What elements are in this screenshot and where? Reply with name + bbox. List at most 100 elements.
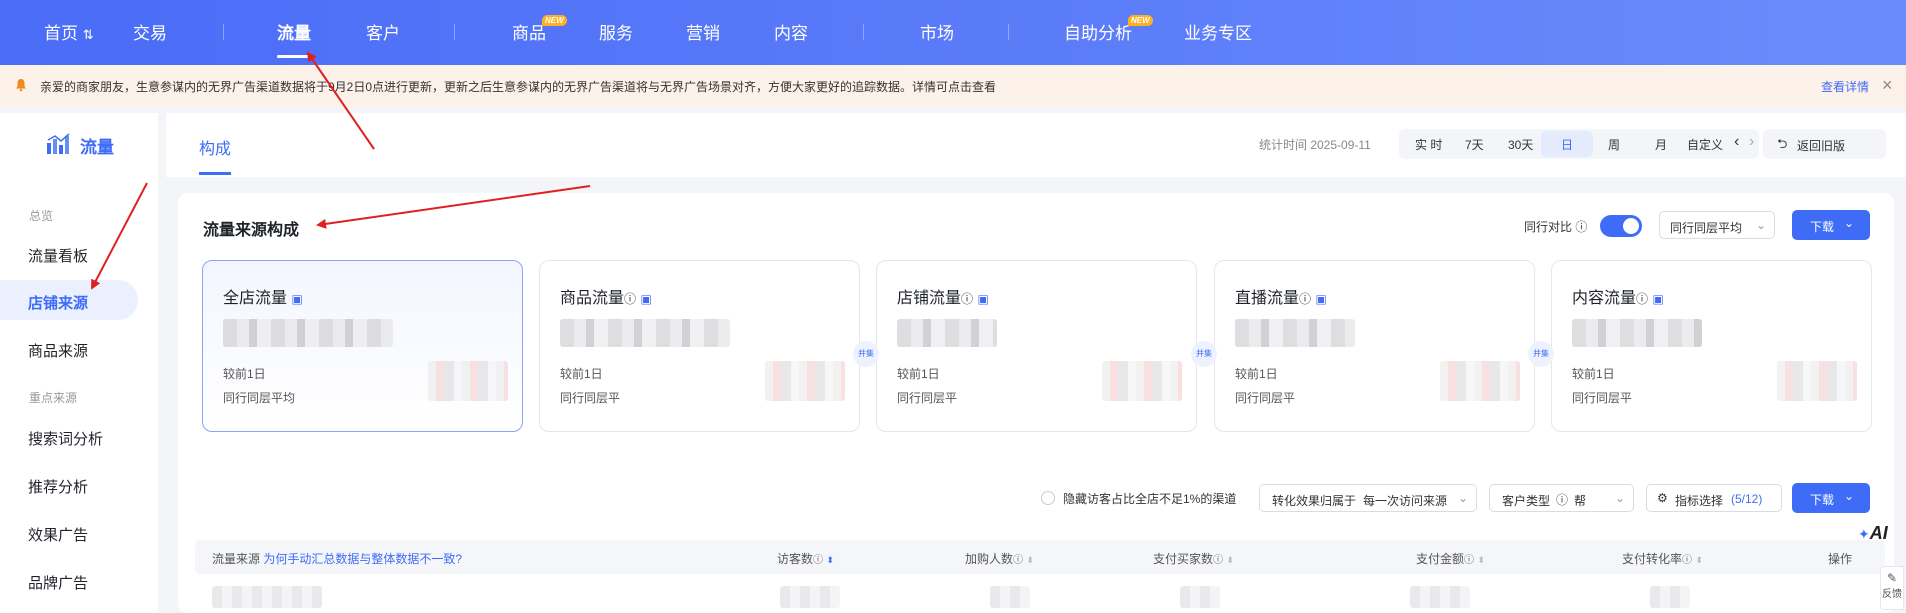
customer-type-select[interactable]: 客户类型 ⓘ 帮 ⌄: [1489, 484, 1634, 512]
metric-card-value-blurred: [223, 319, 393, 347]
nav-self-analysis-label: 自助分析: [1064, 24, 1132, 43]
nav-product[interactable]: 商品 NEW: [512, 15, 567, 44]
nav-divider: [223, 24, 224, 40]
back-to-old-button[interactable]: ⮌ 返回旧版: [1763, 129, 1886, 159]
nav-content[interactable]: 内容: [774, 19, 808, 44]
nav-customer[interactable]: 客户: [366, 19, 400, 44]
hide-small-channels-checkbox[interactable]: [1041, 491, 1055, 505]
sidebar-title: 流量: [80, 138, 114, 157]
union-toggle[interactable]: 并集: [1528, 341, 1554, 367]
nav-transaction[interactable]: 交易: [133, 19, 167, 44]
tab-composition[interactable]: 构成: [199, 135, 231, 159]
nav-marketing[interactable]: 营销: [686, 19, 720, 44]
chevron-left-icon[interactable]: ‹: [1734, 133, 1739, 151]
feedback-label: 反馈: [1882, 589, 1902, 600]
nav-traffic[interactable]: 流量: [277, 19, 311, 58]
metric-card-title-text: 店铺流量: [897, 290, 962, 307]
col-paying-buyers[interactable]: 支付买家数ⓘ ⬍: [1153, 550, 1234, 567]
metric-card-value-blurred: [560, 319, 730, 347]
nav-home[interactable]: 首页 ⇅: [44, 19, 94, 44]
help-icon: ⓘ: [1682, 555, 1693, 566]
metric-card-delta-blurred: [1777, 361, 1857, 401]
peer-compare-label: 同行对比 ⓘ: [1524, 218, 1587, 235]
table-row-blurred: [1410, 586, 1470, 608]
union-toggle[interactable]: 并集: [1191, 341, 1217, 367]
ai-assistant-button[interactable]: ✦AI: [1858, 523, 1904, 553]
metric-card-title-text: 内容流量: [1572, 290, 1637, 307]
attribution-select[interactable]: 转化效果归属于 每一次访问来源 ⌄: [1259, 484, 1477, 512]
metric-card-content[interactable]: 内容流量ⓘ ▣ 较前1日 同行同层平: [1551, 260, 1872, 432]
time-option-custom[interactable]: 自定义: [1687, 136, 1723, 153]
ai-label: AI: [1869, 523, 1888, 543]
chevron-right-icon[interactable]: ›: [1749, 133, 1754, 151]
nav-service[interactable]: 服务: [599, 19, 633, 44]
sidebar-item-performance-ads[interactable]: 效果广告: [28, 524, 88, 545]
attribution-label: 转化效果归属于: [1272, 494, 1357, 508]
nav-divider: [454, 24, 455, 40]
peer-compare-toggle[interactable]: [1600, 215, 1642, 237]
settings-icon: ⚙: [1657, 491, 1668, 505]
metric-card-shop[interactable]: 店铺流量ⓘ ▣ 较前1日 同行同层平: [876, 260, 1197, 432]
peer-level-select[interactable]: 同行同层平均 ⌄: [1659, 211, 1775, 239]
top-navigation: 首页 ⇅ 交易 流量 客户 商品 NEW 服务 营销 内容 市场 自助分析 NEW …: [0, 0, 1906, 65]
sidebar-item-product-source[interactable]: 商品来源: [28, 340, 88, 361]
table-download-button[interactable]: 下载 ⌄: [1792, 483, 1870, 513]
nav-self-analysis[interactable]: 自助分析 NEW: [1064, 15, 1153, 44]
metric-card-product[interactable]: 商品流量ⓘ ▣ 较前1日 同行同层平: [539, 260, 860, 432]
time-option-30d[interactable]: 30天: [1508, 136, 1533, 153]
col-conversion-rate[interactable]: 支付转化率ⓘ ⬍: [1622, 550, 1703, 567]
col-add-cart[interactable]: 加购人数ⓘ ⬍: [965, 550, 1034, 567]
sidebar-item-brand-ads[interactable]: 品牌广告: [28, 572, 88, 593]
nav-home-label: 首页: [44, 24, 78, 43]
sort-icon: ⬍: [1026, 555, 1034, 565]
metric-card-live[interactable]: 直播流量ⓘ ▣ 较前1日 同行同层平: [1214, 260, 1535, 432]
help-icon: ⓘ: [1013, 555, 1024, 566]
trend-icon: ▣: [977, 292, 989, 306]
time-option-7d[interactable]: 7天: [1465, 136, 1484, 153]
metric-card-title: 内容流量ⓘ ▣: [1572, 284, 1664, 308]
data-consistency-link[interactable]: 为何手动汇总数据与整体数据不一致?: [263, 552, 462, 566]
close-icon[interactable]: ×: [1882, 75, 1893, 96]
help-icon: ⓘ: [1213, 555, 1224, 566]
download-button[interactable]: 下载 ⌄: [1792, 210, 1870, 240]
stat-time: 统计时间 2025-09-11: [1259, 138, 1371, 152]
nav-market[interactable]: 市场: [920, 19, 954, 44]
sidebar-item-recommendation[interactable]: 推荐分析: [28, 476, 88, 497]
notice-bar: 亲爱的商家朋友，生意参谋内的无界广告渠道数据将于9月2日0点进行更新，更新之后生…: [0, 65, 1906, 107]
table-row-blurred: [1650, 586, 1690, 608]
time-option-day[interactable]: 日: [1561, 136, 1573, 153]
nav-business-zone[interactable]: 业务专区: [1184, 19, 1252, 44]
help-icon: ⓘ: [1636, 292, 1649, 306]
metric-select-button[interactable]: ⚙ 指标选择 (5/12): [1646, 484, 1782, 512]
chart-logo-icon: [47, 133, 70, 154]
chevron-down-icon: ⌄: [1755, 218, 1766, 232]
table-row-blurred: [1180, 586, 1220, 608]
time-option-month[interactable]: 月: [1655, 136, 1667, 153]
union-toggle[interactable]: 并集: [853, 341, 879, 367]
trend-icon: ▣: [640, 292, 652, 306]
col-conversion-rate-label: 支付转化率: [1622, 552, 1683, 566]
notice-detail-link[interactable]: 查看详情: [1821, 78, 1869, 95]
sidebar-item-traffic-board[interactable]: 流量看板: [28, 245, 88, 266]
sidebar-item-search-terms[interactable]: 搜索词分析: [28, 428, 103, 449]
metric-card-value-blurred: [897, 319, 997, 347]
panel-title: 流量来源构成: [203, 222, 300, 239]
chevron-down-icon: ⌄: [1457, 491, 1468, 505]
time-option-week[interactable]: 周: [1608, 136, 1620, 153]
sidebar-item-shop-source[interactable]: 店铺来源: [28, 292, 88, 313]
nav-divider: [1008, 24, 1009, 40]
col-visitors[interactable]: 访客数ⓘ ⬍: [777, 550, 834, 567]
metric-card-peer: 同行同层平均: [223, 391, 296, 405]
edit-icon: ✎: [1886, 571, 1898, 585]
feedback-button[interactable]: ✎ 反馈: [1880, 566, 1904, 610]
time-option-realtime[interactable]: 实 时: [1415, 136, 1442, 153]
metric-card-title-text: 直播流量: [1235, 290, 1300, 307]
col-add-cart-label: 加购人数: [965, 552, 1014, 566]
metric-card-total[interactable]: 全店流量 ▣ 较前1日 同行同层平均: [202, 260, 523, 432]
metric-card-peer: 同行同层平: [897, 391, 958, 405]
table-row-blurred: [212, 586, 322, 608]
col-payment-amount[interactable]: 支付金额ⓘ ⬍: [1416, 550, 1485, 567]
peer-compare-text: 同行对比: [1524, 220, 1573, 234]
metric-card-peer: 同行同层平: [560, 391, 621, 405]
metric-card-delta-blurred: [765, 361, 845, 401]
